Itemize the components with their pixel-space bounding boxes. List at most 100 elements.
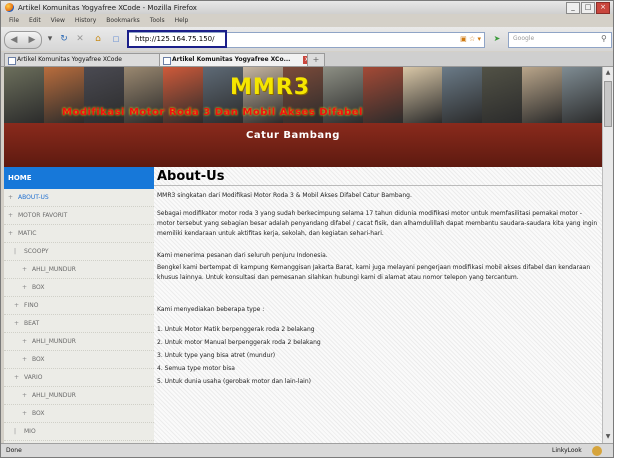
window-title: Artikel Komunitas Yogyafree XCode - Mozi…	[18, 3, 197, 12]
sidebar-item[interactable]: + MATIC	[4, 225, 154, 243]
sidebar-bullet-icon: +	[14, 320, 20, 327]
menu-tools[interactable]: Tools	[150, 17, 165, 24]
sidebar-item-label: AHLI_MUNDUR	[32, 392, 76, 399]
scroll-up-icon[interactable]: ▲	[604, 69, 612, 77]
sidebar-item-label: BOX	[32, 410, 45, 417]
back-arrow-icon[interactable]: ◀	[5, 32, 23, 48]
page-viewport: MMR3 Modifikasi Motor Roda 3 Dan Mobil A…	[4, 67, 602, 443]
vertical-scrollbar[interactable]: ▲ ▼	[602, 67, 613, 443]
menu-bookmarks[interactable]: Bookmarks	[106, 17, 140, 24]
site-author: Catur Bambang	[246, 130, 340, 141]
sidebar-item-label: AHLI_MUNDUR	[32, 338, 76, 345]
maximize-button[interactable]: □	[581, 2, 595, 14]
article-list-item: 5. Untuk dunia usaha (gerobak motor dan …	[157, 378, 311, 385]
home-icon[interactable]: ⌂	[91, 32, 105, 46]
sidebar-item[interactable]: + BOX	[4, 405, 154, 423]
sidebar-item-label: AHLI_MUNDUR	[32, 266, 76, 273]
article-list-item: 2. Untuk motor Manual berpenggerak roda …	[157, 339, 321, 346]
sidebar-item-label: SCOOPY	[24, 248, 49, 255]
tab-2[interactable]: Artikel Komunitas Yogyafree XCo... ×	[159, 53, 315, 66]
tab-2-label: Artikel Komunitas Yogyafree XCo...	[172, 56, 291, 63]
article-list-item: 3. Untuk type yang bisa atret (mundur)	[157, 352, 276, 359]
sidebar-item[interactable]: + AHLI_MUNDUR	[4, 333, 154, 351]
status-text: Done	[6, 447, 22, 454]
sidebar-bullet-icon: +	[8, 212, 14, 219]
sidebar-items: + ABOUT-US + MOTOR FAVORIT + MATIC | SCOOPY + AHL…	[4, 189, 154, 443]
article-paragraph: Sebagai modifikator motor roda 3 yang su…	[157, 210, 598, 237]
sidebar-item[interactable]: + BOX	[4, 279, 154, 297]
header-photo	[442, 67, 483, 123]
sidebar-home[interactable]: HOME	[4, 167, 154, 189]
page-title: About-Us	[157, 169, 225, 184]
article-paragraph: Bengkel kami bertempat di kampung Kemang…	[157, 264, 591, 281]
go-arrow-icon[interactable]: ➤	[490, 32, 504, 46]
sidebar-item[interactable]: | SCOOPY	[4, 243, 154, 261]
scroll-thumb[interactable]	[604, 81, 612, 127]
header-photo	[402, 67, 443, 123]
article-paragraph: MMR3 singkatan dari Modifikasi Motor Rod…	[157, 192, 412, 199]
menu-file[interactable]: File	[9, 17, 19, 24]
header-photo	[562, 67, 602, 123]
back-forward-group: ◀ ▶	[4, 31, 42, 49]
url-text[interactable]: http://125.164.75.150/	[135, 35, 214, 43]
window-controls: _ □ ×	[566, 2, 610, 14]
search-placeholder: Google	[513, 35, 535, 42]
sidebar-bullet-icon: +	[22, 410, 28, 417]
site-identity-icon[interactable]: □	[109, 32, 123, 46]
sidebar-item-label: MIO	[24, 428, 36, 435]
history-dropdown-icon[interactable]: ▾	[43, 32, 57, 46]
article-list-item: 1. Untuk Motor Matik berpenggerak roda 2…	[157, 326, 315, 333]
menu-help[interactable]: Help	[175, 17, 189, 24]
reload-icon[interactable]: ↻	[57, 32, 71, 46]
sidebar-item-label: MOTOR FAVORIT	[18, 212, 68, 219]
menu-bar: File Edit View History Bookmarks Tools H…	[1, 15, 613, 26]
url-bar[interactable]: http://125.164.75.150/ ▣ ☆ ▾	[127, 30, 485, 48]
tab-bar: Artikel Komunitas Yogyafree XCode Artike…	[1, 52, 613, 67]
sidebar-bullet-icon: +	[14, 302, 20, 309]
menu-edit[interactable]: Edit	[29, 17, 41, 24]
sidebar-item[interactable]: + BEAT	[4, 315, 154, 333]
scroll-down-icon[interactable]: ▼	[604, 433, 612, 441]
browser-window: Artikel Komunitas Yogyafree XCode - Mozi…	[0, 0, 614, 458]
tab-1[interactable]: Artikel Komunitas Yogyafree XCode	[4, 53, 160, 66]
menu-view[interactable]: View	[51, 17, 65, 24]
close-window-button[interactable]: ×	[596, 2, 610, 14]
sidebar-item[interactable]: + ABOUT-US	[4, 189, 154, 207]
title-bar: Artikel Komunitas Yogyafree XCode - Mozi…	[1, 1, 613, 14]
rss-star-icons[interactable]: ▣ ☆ ▾	[460, 35, 481, 43]
main-content: About-Us MMR3 singkatan dari Modifikasi …	[154, 167, 602, 443]
tab-1-label: Artikel Komunitas Yogyafree XCode	[17, 56, 122, 63]
search-box[interactable]: Google ⚲	[508, 32, 612, 48]
sidebar-menu: HOME + ABOUT-US + MOTOR FAVORIT + MATIC | SCOOP…	[4, 167, 154, 443]
sidebar-item[interactable]: + BOX	[4, 351, 154, 369]
page-icon	[8, 57, 16, 65]
sidebar-bullet-icon: |	[14, 248, 17, 255]
menu-history[interactable]: History	[75, 17, 96, 24]
title-divider	[154, 185, 602, 186]
header-photo	[522, 67, 563, 123]
sidebar-item[interactable]: | MIO	[4, 423, 154, 441]
sidebar-item[interactable]: + FINO	[4, 297, 154, 315]
sidebar-bullet-icon: +	[22, 392, 28, 399]
site-header: MMR3 Modifikasi Motor Roda 3 Dan Mobil A…	[4, 67, 602, 167]
sidebar-bullet-icon: +	[22, 284, 28, 291]
search-icon[interactable]: ⚲	[601, 34, 607, 43]
sidebar-item-label: BOX	[32, 356, 45, 363]
addon-icon[interactable]	[592, 446, 602, 456]
sidebar-item[interactable]: + AHLI_MUNDUR	[4, 261, 154, 279]
sidebar-bullet-icon: +	[14, 374, 20, 381]
sidebar-item-label: MATIC	[18, 230, 37, 237]
sidebar-item[interactable]: + VARIO	[4, 369, 154, 387]
navigation-toolbar: ◀ ▶ ▾ ↻ ✕ ⌂ □ http://125.164.75.150/ ▣ ☆…	[1, 27, 613, 51]
header-photo	[4, 67, 44, 123]
sidebar-item[interactable]: + MOTOR FAVORIT	[4, 207, 154, 225]
linkylook-label: LinkyLook	[552, 447, 582, 454]
stop-icon[interactable]: ✕	[73, 32, 87, 46]
sidebar-item[interactable]: + AHLI_MUNDUR	[4, 387, 154, 405]
new-tab-button[interactable]: +	[307, 53, 325, 67]
firefox-logo-icon	[5, 3, 14, 12]
sidebar-item-label: ABOUT-US	[18, 194, 49, 201]
forward-arrow-icon[interactable]: ▶	[23, 32, 41, 48]
sidebar-item-label: VARIO	[24, 374, 43, 381]
minimize-button[interactable]: _	[566, 2, 580, 14]
